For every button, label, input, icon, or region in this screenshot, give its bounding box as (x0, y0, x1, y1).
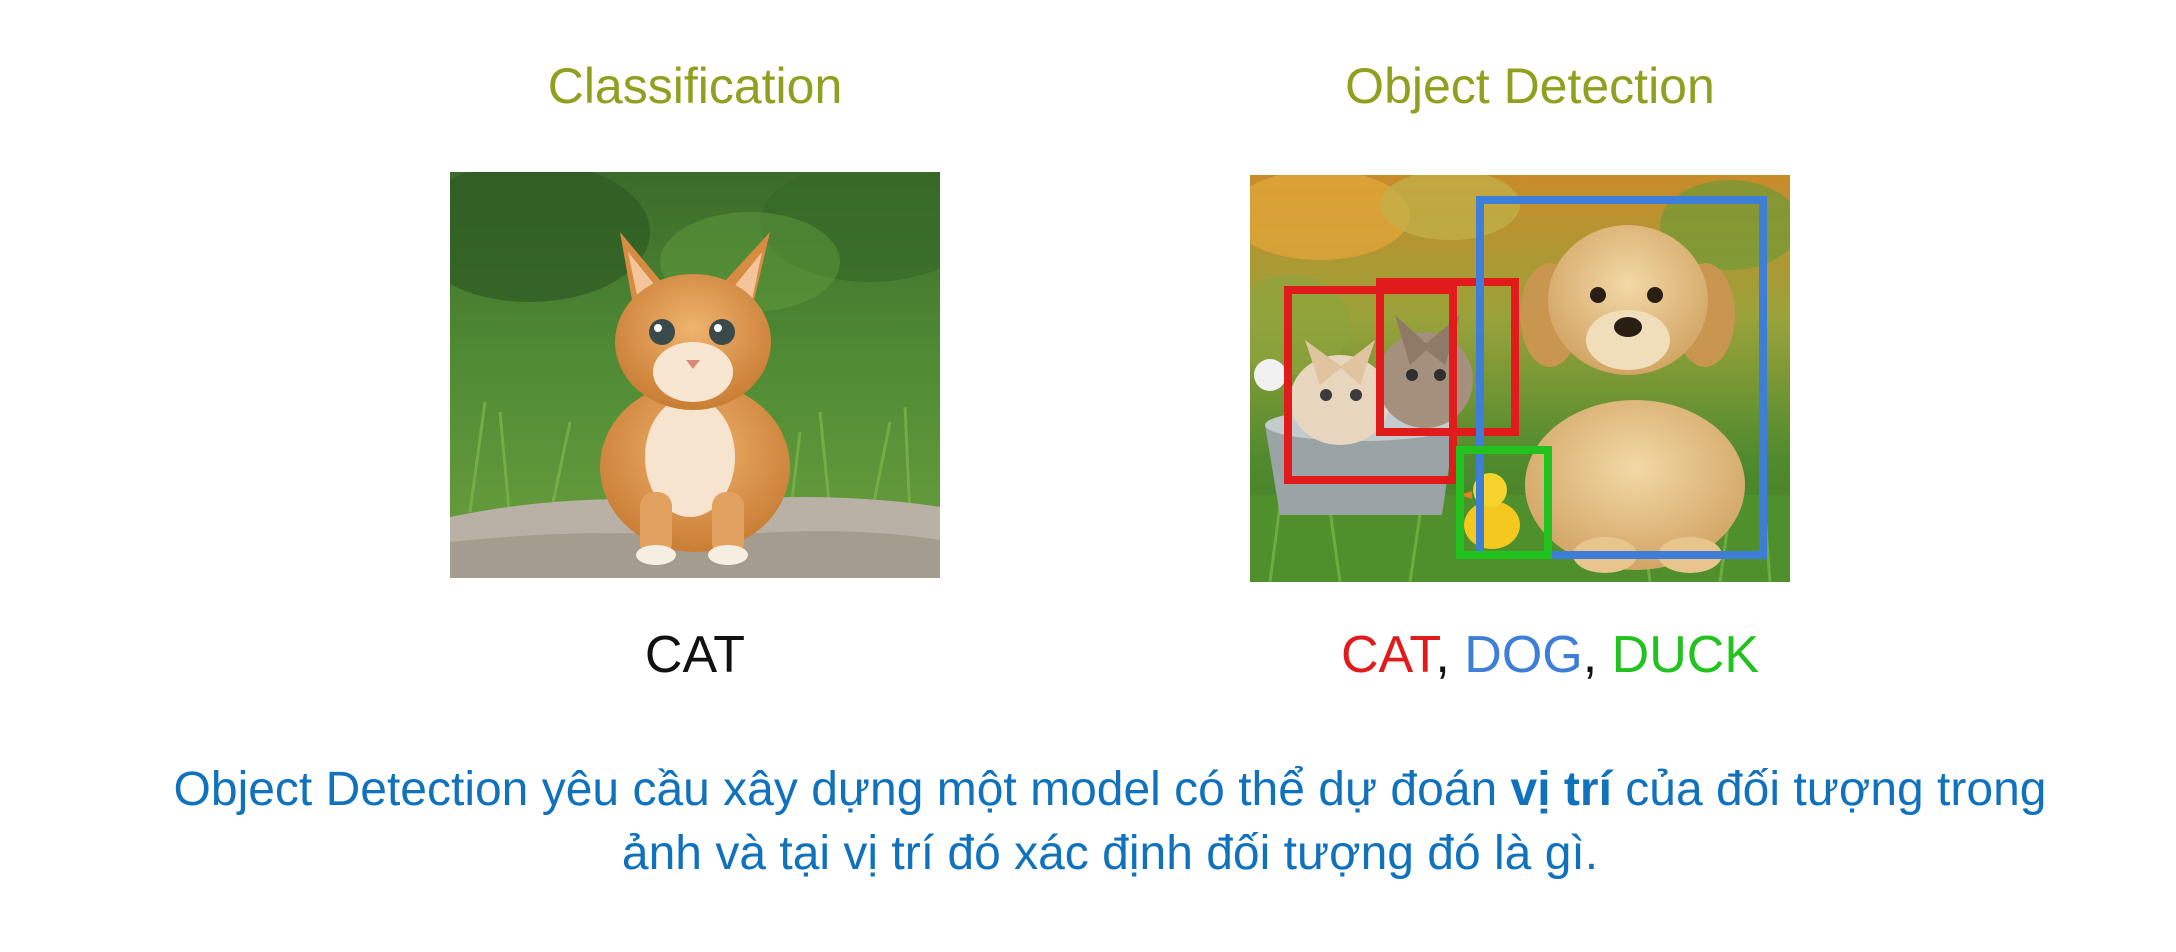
kitten-photo (450, 172, 940, 578)
description-line1-start: Object Detection yêu cầu xây dựng một mo… (173, 763, 1511, 816)
label-duck: DUCK (1611, 626, 1759, 684)
object-detection-heading: Object Detection (1345, 58, 1715, 114)
description-text: Object Detection yêu cầu xây dựng một mo… (60, 758, 2160, 886)
detection-labels: CAT, DOG, DUCK (1230, 624, 1870, 686)
label-cat: CAT (1341, 626, 1436, 684)
label-separator: , (1435, 626, 1450, 684)
detection-photo (1250, 175, 1790, 582)
description-line2: ảnh và tại vị trí đó xác định đối tượng … (621, 827, 1599, 880)
label-dog: DOG (1464, 626, 1583, 684)
description-line1-end: của đối tượng trong (1611, 763, 2047, 816)
classification-heading: Classification (547, 58, 843, 114)
classification-label: CAT (644, 626, 746, 684)
description-bold-position: vị trí (1510, 763, 1612, 816)
label-separator: , (1582, 626, 1598, 684)
